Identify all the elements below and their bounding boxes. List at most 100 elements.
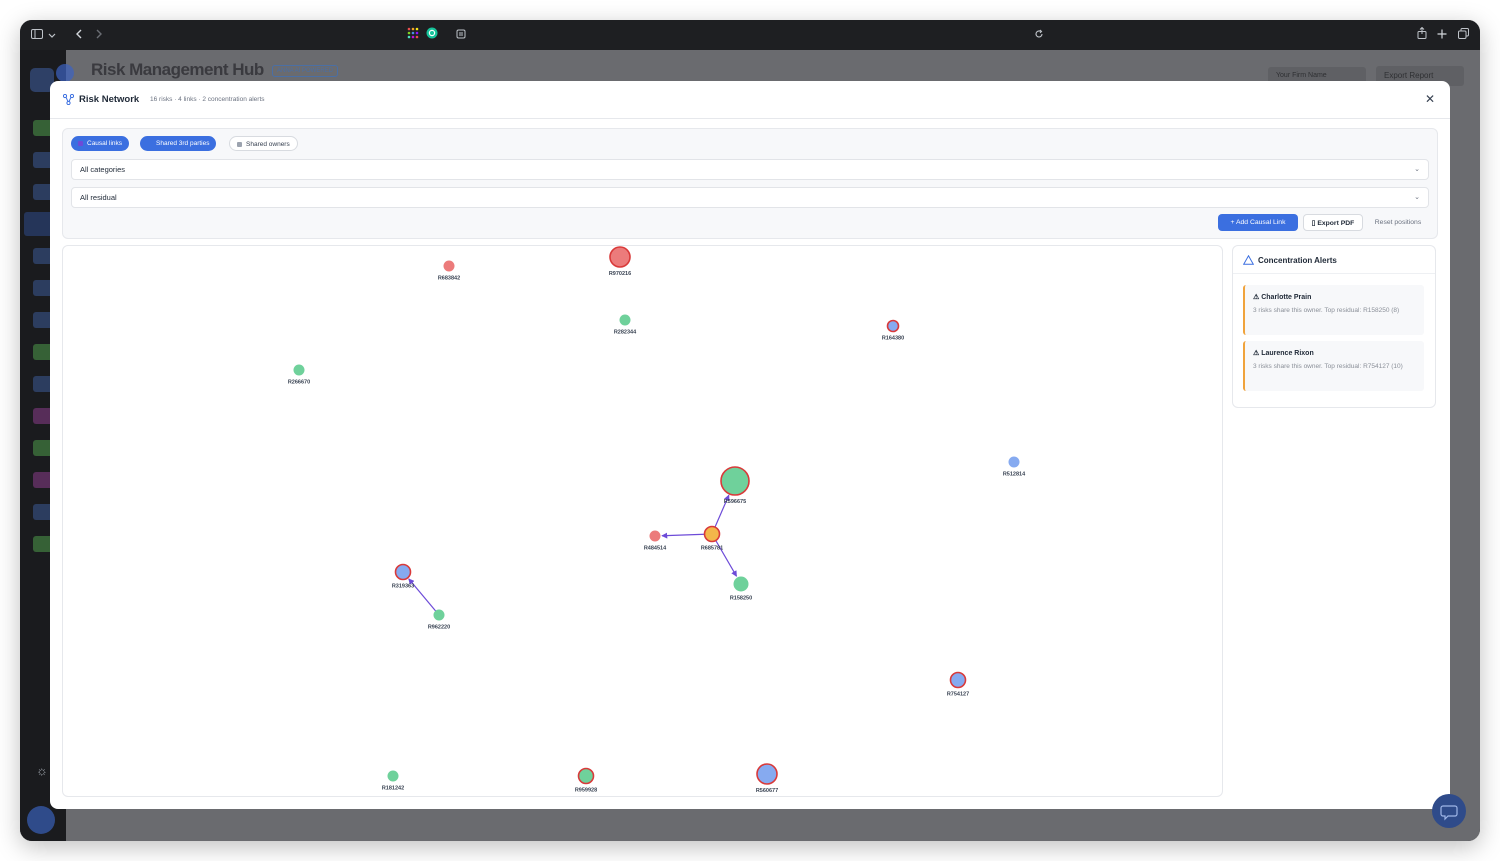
risk-node[interactable]: R158250: [730, 576, 752, 602]
back-icon[interactable]: [72, 27, 86, 43]
risk-node[interactable]: R266670: [288, 364, 310, 386]
concentration-alerts-panel: Concentration Alerts ⚠ Charlotte Prain 3…: [1232, 245, 1436, 408]
alerts-header: Concentration Alerts: [1233, 246, 1435, 274]
chat-button[interactable]: [1432, 794, 1466, 828]
risk-node-circle[interactable]: [1008, 456, 1020, 468]
risk-node[interactable]: R164380: [882, 319, 904, 342]
risk-node-label: R962220: [428, 625, 450, 631]
risk-node-label: R266670: [288, 380, 310, 386]
chip-label: Shared 3rd parties: [156, 140, 210, 147]
risk-node[interactable]: R959928: [575, 767, 597, 794]
browser-titlebar: [20, 20, 1480, 50]
risk-node[interactable]: R596675: [720, 466, 750, 505]
risk-node-label: R282344: [614, 330, 637, 336]
swatch-3rd-parties: [147, 141, 152, 146]
chip-shared-3rd-parties[interactable]: Shared 3rd parties: [140, 136, 217, 151]
chevron-down-icon: ⌄: [1414, 166, 1420, 173]
chip-label: Shared owners: [246, 141, 290, 148]
alert-text: 3 risks share this owner. Top residual: …: [1253, 307, 1400, 314]
risk-node-label: R158250: [730, 596, 752, 602]
chip-shared-owners[interactable]: Shared owners: [229, 136, 298, 151]
risk-node-circle[interactable]: [433, 609, 445, 621]
risk-node[interactable]: R962220: [428, 609, 450, 631]
risk-node-label: R596675: [724, 499, 746, 505]
risk-node[interactable]: R970216: [609, 246, 631, 277]
alert-owner: ⚠ Charlotte Prain: [1253, 294, 1312, 301]
extension-icon[interactable]: [425, 27, 439, 43]
risk-node[interactable]: R683842: [438, 260, 460, 282]
risk-node-circle[interactable]: [619, 314, 631, 326]
chip-causal-links[interactable]: Causal links: [71, 136, 130, 151]
residual-select[interactable]: All residual ⌄: [71, 187, 1429, 208]
export-pdf-label: Export PDF: [1317, 220, 1355, 227]
add-causal-link-label: Add Causal Link: [1235, 219, 1286, 226]
reset-positions-button[interactable]: Reset positions: [1368, 214, 1428, 231]
risk-node[interactable]: R560677: [756, 763, 778, 794]
category-select-value: All categories: [80, 165, 126, 174]
modal-subtitle: 16 risks · 4 links · 2 concentration ale…: [150, 96, 265, 103]
risk-node[interactable]: R484514: [644, 530, 667, 552]
residual-select-value: All residual: [80, 193, 117, 202]
risk-network-modal: Risk Network 16 risks · 4 links · 2 conc…: [50, 81, 1450, 809]
export-pdf-button[interactable]: ▯ Export PDF: [1303, 214, 1363, 231]
swatch-causal: [78, 141, 83, 146]
risk-node-label: R512814: [1003, 472, 1026, 478]
chevron-down-icon[interactable]: [47, 27, 57, 43]
risk-node-label: R319363: [392, 584, 414, 590]
reload-icon[interactable]: [1032, 27, 1046, 43]
sun-icon[interactable]: ☼: [36, 764, 50, 778]
category-select[interactable]: All categories ⌄: [71, 159, 1429, 180]
risk-node-circle[interactable]: [886, 319, 900, 333]
warning-icon: [1243, 255, 1254, 265]
page-icon[interactable]: [454, 27, 468, 43]
new-tab-icon[interactable]: [1435, 27, 1449, 43]
network-icon: [63, 94, 74, 105]
risk-node-label: R754127: [947, 692, 969, 698]
chevron-down-icon: ⌄: [1414, 194, 1420, 201]
swatch-owners: [237, 142, 242, 147]
tabs-icon[interactable]: [1456, 27, 1470, 43]
risk-node[interactable]: R512814: [1003, 456, 1026, 478]
risk-node-label: R164380: [882, 336, 904, 342]
alert-owner: ⚠ Laurence Rixon: [1253, 350, 1314, 357]
risk-node[interactable]: R282344: [614, 314, 637, 336]
alert-text: 3 risks share this owner. Top residual: …: [1253, 363, 1403, 370]
network-graph[interactable]: R683842 R970216 R282344 R164380 R266670 R5128…: [62, 245, 1223, 797]
risk-node-circle[interactable]: [443, 260, 455, 272]
risk-node-circle[interactable]: [703, 525, 721, 543]
forward-icon[interactable]: [92, 27, 106, 43]
risk-node-circle[interactable]: [649, 530, 661, 542]
risk-node-circle[interactable]: [720, 466, 750, 496]
risk-node-label: R181242: [382, 786, 404, 792]
app-title: Risk Management Hub: [91, 60, 264, 79]
risk-node[interactable]: R319363: [392, 563, 414, 590]
chip-label: Causal links: [87, 140, 123, 147]
risk-node-label: R484514: [644, 546, 667, 552]
risk-node-label: R560677: [756, 788, 778, 794]
risk-node-circle[interactable]: [949, 671, 967, 689]
sidebar-toggle-icon[interactable]: [30, 27, 44, 43]
risk-node-label: R685781: [701, 546, 723, 552]
risk-node-circle[interactable]: [394, 563, 412, 581]
risk-node-circle[interactable]: [756, 763, 778, 785]
risk-node-circle[interactable]: [577, 767, 595, 785]
apps-grid-icon[interactable]: [406, 27, 420, 43]
risk-node-circle[interactable]: [609, 246, 631, 268]
sidebar-collapse-button[interactable]: [56, 64, 74, 82]
chat-icon: [1440, 805, 1458, 821]
share-icon[interactable]: [1415, 26, 1429, 43]
risk-node[interactable]: R181242: [382, 770, 404, 792]
add-causal-link-button[interactable]: + Add Causal Link: [1218, 214, 1298, 231]
risk-node-circle[interactable]: [293, 364, 305, 376]
network-graph-canvas[interactable]: R683842 R970216 R282344 R164380 R266670 R5128…: [63, 246, 1223, 797]
risk-node[interactable]: R685781: [701, 525, 723, 552]
alerts-title: Concentration Alerts: [1258, 256, 1337, 265]
close-icon[interactable]: ✕: [1422, 91, 1438, 107]
alert-card[interactable]: ⚠ Laurence Rixon 3 risks share this owne…: [1243, 341, 1424, 391]
risk-node-circle[interactable]: [387, 770, 399, 782]
risk-node[interactable]: R754127: [947, 671, 969, 698]
risk-node-circle[interactable]: [733, 576, 749, 592]
ai-badge: ANNA AI POWERED: [272, 65, 339, 77]
alert-card[interactable]: ⚠ Charlotte Prain 3 risks share this own…: [1243, 285, 1424, 335]
avatar[interactable]: [27, 806, 55, 834]
